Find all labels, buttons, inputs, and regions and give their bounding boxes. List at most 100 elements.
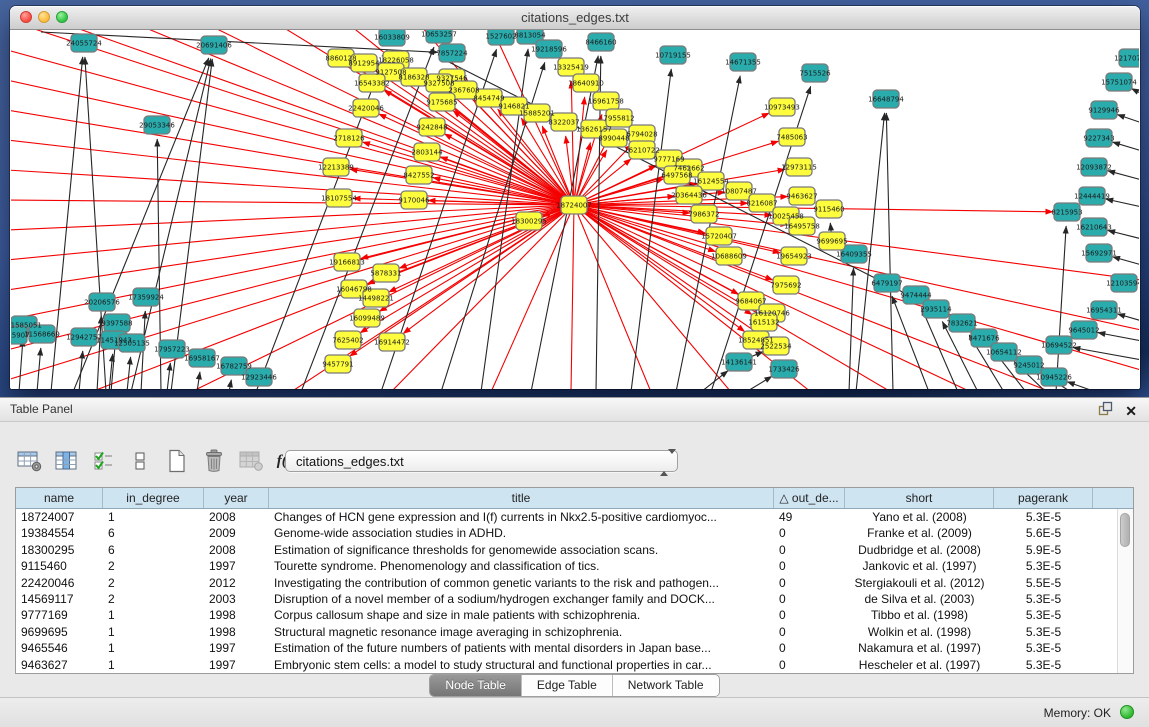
table-cell-year[interactable]: 2008 — [204, 509, 269, 525]
column-header-out_degree[interactable]: △ out_de... — [774, 488, 845, 508]
table-cell-year[interactable]: 2009 — [204, 525, 269, 541]
float-panel-icon[interactable] — [1098, 401, 1113, 421]
table-cell-title[interactable]: Investigating the contribution of common… — [269, 575, 774, 591]
table-cell-name[interactable]: 18300295 — [16, 542, 103, 558]
delete-trash-icon[interactable] — [201, 447, 227, 475]
table-cell-title[interactable]: Embryonic stem cells: a model to study s… — [269, 657, 774, 673]
table-cell-in_degree[interactable]: 2 — [103, 575, 204, 591]
table-cell-title[interactable]: Tourette syndrome. Phenomenology and cla… — [269, 558, 774, 574]
column-header-name[interactable]: name — [16, 488, 103, 508]
table-cell-short[interactable]: Franke et al. (2009) — [845, 525, 994, 541]
table-row[interactable]: 1938455462009Genome-wide association stu… — [16, 525, 1133, 541]
table-row[interactable]: 977716911998Corpus callosum shape and si… — [16, 607, 1133, 623]
table-cell-pagerank[interactable]: 5.3E-5 — [994, 509, 1093, 525]
table-cell-in_degree[interactable]: 1 — [103, 607, 204, 623]
table-cell-out_degree[interactable]: 0 — [774, 542, 845, 558]
scrollbar-thumb[interactable] — [1120, 513, 1130, 547]
table-cell-title[interactable]: Disruption of a novel member of a sodium… — [269, 591, 774, 607]
table-cell-title[interactable]: Structural magnetic resonance image aver… — [269, 624, 774, 640]
table-cell-name[interactable]: 9115460 — [16, 558, 103, 574]
table-cell-title[interactable]: Corpus callosum shape and size in male p… — [269, 607, 774, 623]
column-header-year[interactable]: year — [204, 488, 269, 508]
table-cell-short[interactable]: Stergiakouli et al. (2012) — [845, 575, 994, 591]
new-document-icon[interactable] — [164, 447, 190, 475]
table-cell-out_degree[interactable]: 0 — [774, 640, 845, 656]
table-cell-name[interactable]: 18724007 — [16, 509, 103, 525]
table-panel-header[interactable]: Table Panel ✕ — [0, 397, 1149, 422]
table-settings-icon[interactable] — [16, 447, 42, 475]
table-cell-in_degree[interactable]: 1 — [103, 509, 204, 525]
table-row[interactable]: 946554611997Estimation of the future num… — [16, 640, 1133, 656]
table-row[interactable]: 946362711997Embryonic stem cells: a mode… — [16, 657, 1133, 673]
table-cell-in_degree[interactable]: 1 — [103, 657, 204, 673]
network-view[interactable]: 2405572420691406160338091065325715276028… — [11, 30, 1139, 389]
tab-network-table[interactable]: Network Table — [613, 675, 719, 696]
table-cell-year[interactable]: 1998 — [204, 624, 269, 640]
table-cell-short[interactable]: Dudbridge et al. (2008) — [845, 542, 994, 558]
table-cell-year[interactable]: 2008 — [204, 542, 269, 558]
row-selection-icon[interactable] — [90, 447, 116, 475]
network-canvas[interactable]: 2405572420691406160338091065325715276028… — [11, 30, 1139, 389]
table-cell-pagerank[interactable]: 5.3E-5 — [994, 558, 1093, 574]
table-vertical-scrollbar[interactable] — [1117, 509, 1133, 673]
table-cell-out_degree[interactable]: 0 — [774, 607, 845, 623]
table-row[interactable]: 969969511998Structural magnetic resonanc… — [16, 624, 1133, 640]
table-cell-short[interactable]: Wolkin et al. (1998) — [845, 624, 994, 640]
table-cell-pagerank[interactable]: 5.9E-5 — [994, 542, 1093, 558]
table-cell-year[interactable]: 2012 — [204, 575, 269, 591]
table-cell-in_degree[interactable]: 6 — [103, 525, 204, 541]
table-cell-name[interactable]: 9777169 — [16, 607, 103, 623]
table-cell-in_degree[interactable]: 2 — [103, 591, 204, 607]
table-cell-short[interactable]: Jankovic et al. (1997) — [845, 558, 994, 574]
table-row[interactable]: 1456911722003Disruption of a novel membe… — [16, 591, 1133, 607]
table-cell-name[interactable]: 19384554 — [16, 525, 103, 541]
close-panel-icon[interactable]: ✕ — [1125, 403, 1137, 419]
table-cell-pagerank[interactable]: 5.3E-5 — [994, 607, 1093, 623]
table-cell-title[interactable]: Changes of HCN gene expression and I(f) … — [269, 509, 774, 525]
column-header-in_degree[interactable]: in_degree — [103, 488, 204, 508]
table-cell-pagerank[interactable]: 5.6E-5 — [994, 525, 1093, 541]
table-cell-in_degree[interactable]: 1 — [103, 640, 204, 656]
table-row[interactable]: 1830029562008Estimation of significance … — [16, 542, 1133, 558]
column-header-pagerank[interactable]: pagerank — [994, 488, 1093, 508]
table-cell-name[interactable]: 14569117 — [16, 591, 103, 607]
table-selector-dropdown[interactable]: citations_edges.txt — [285, 450, 678, 472]
table-cell-in_degree[interactable]: 1 — [103, 624, 204, 640]
network-window-titlebar[interactable]: citations_edges.txt — [10, 6, 1140, 30]
table-cell-year[interactable]: 1997 — [204, 558, 269, 574]
column-header-short[interactable]: short — [845, 488, 994, 508]
table-cell-out_degree[interactable]: 0 — [774, 591, 845, 607]
column-header-title[interactable]: title — [269, 488, 774, 508]
table-cell-pagerank[interactable]: 5.3E-5 — [994, 640, 1093, 656]
table-cell-pagerank[interactable]: 5.3E-5 — [994, 591, 1093, 607]
table-cell-short[interactable]: de Silva et al. (2003) — [845, 591, 994, 607]
table-cell-out_degree[interactable]: 0 — [774, 525, 845, 541]
table-cell-in_degree[interactable]: 2 — [103, 558, 204, 574]
table-cell-short[interactable]: Yano et al. (2008) — [845, 509, 994, 525]
tab-edge-table[interactable]: Edge Table — [522, 675, 613, 696]
table-cell-year[interactable]: 1998 — [204, 607, 269, 623]
minimize-window-button[interactable] — [38, 11, 50, 23]
table-cell-pagerank[interactable]: 5.5E-5 — [994, 575, 1093, 591]
select-columns-icon[interactable] — [53, 447, 79, 475]
rows-icon[interactable] — [127, 447, 153, 475]
table-cell-year[interactable]: 1997 — [204, 657, 269, 673]
table-cell-out_degree[interactable]: 0 — [774, 624, 845, 640]
table-cell-title[interactable]: Genome-wide association studies in ADHD. — [269, 525, 774, 541]
close-window-button[interactable] — [20, 11, 32, 23]
table-cell-pagerank[interactable]: 5.3E-5 — [994, 624, 1093, 640]
table-cell-in_degree[interactable]: 6 — [103, 542, 204, 558]
table-cell-out_degree[interactable]: 0 — [774, 657, 845, 673]
table-cell-short[interactable]: Hescheler et al. (1997) — [845, 657, 994, 673]
table-cell-short[interactable]: Tibbo et al. (1998) — [845, 607, 994, 623]
table-cell-year[interactable]: 1997 — [204, 640, 269, 656]
table-cell-year[interactable]: 2003 — [204, 591, 269, 607]
table-cell-short[interactable]: Nakamura et al. (1997) — [845, 640, 994, 656]
zoom-window-button[interactable] — [56, 11, 68, 23]
table-cell-name[interactable]: 22420046 — [16, 575, 103, 591]
table-row[interactable]: 911546021997Tourette syndrome. Phenomeno… — [16, 558, 1133, 574]
table-cell-out_degree[interactable]: 0 — [774, 558, 845, 574]
network-window[interactable]: citations_edges.txt 24055724206914061603… — [10, 6, 1140, 389]
table-cell-title[interactable]: Estimation of significance thresholds fo… — [269, 542, 774, 558]
table-cell-pagerank[interactable]: 5.3E-5 — [994, 657, 1093, 673]
